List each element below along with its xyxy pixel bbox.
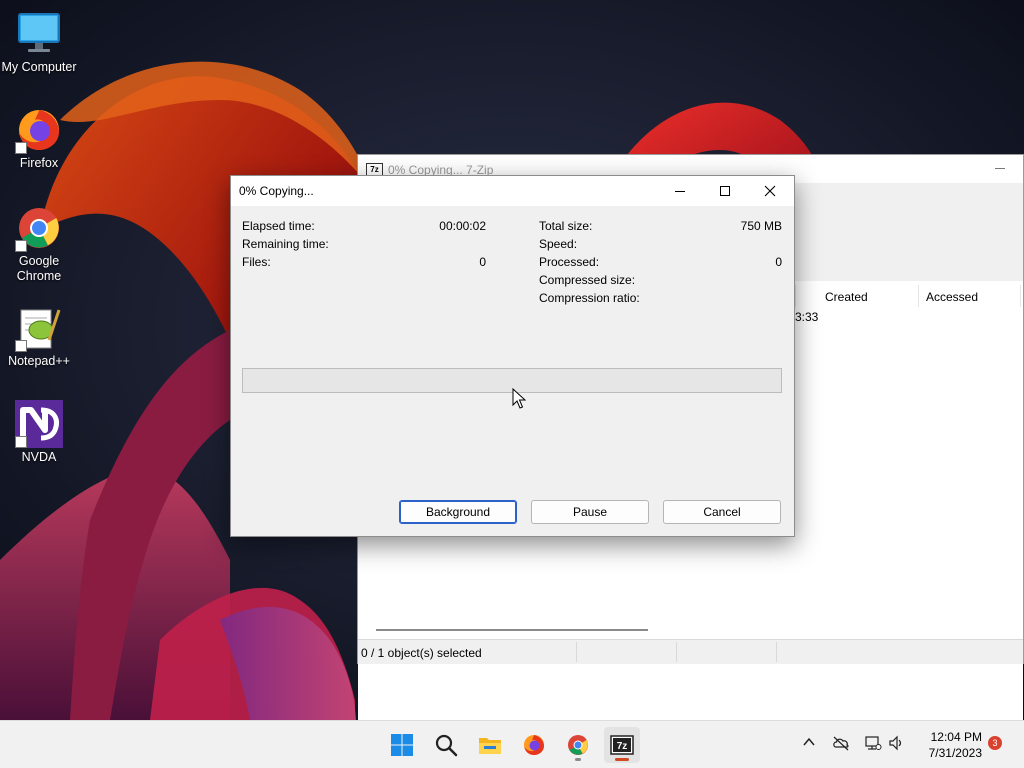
file-explorer-icon bbox=[479, 738, 501, 754]
pause-button[interactable]: Pause bbox=[531, 500, 649, 524]
onedrive-offline-icon[interactable] bbox=[832, 735, 850, 751]
monitor-icon bbox=[15, 10, 63, 58]
notepad-plus-plus-icon bbox=[15, 304, 63, 352]
minimize-icon[interactable] bbox=[995, 168, 1005, 169]
start-icon bbox=[391, 734, 413, 756]
notification-count-badge[interactable]: 3 bbox=[988, 736, 1002, 750]
desktop-icon-label: Notepad++ bbox=[8, 354, 70, 368]
nvda-icon bbox=[15, 400, 63, 448]
watermark-edition: Windows 11 Pro Insider Preview bbox=[847, 686, 1019, 700]
firefox-taskbar-button[interactable] bbox=[516, 727, 552, 763]
network-icon[interactable] bbox=[864, 735, 882, 751]
status-separator bbox=[576, 642, 577, 662]
close-icon bbox=[764, 185, 776, 197]
processed-label: Processed: bbox=[539, 255, 600, 269]
svg-text:7z: 7z bbox=[617, 741, 628, 752]
status-bar: 0 / 1 object(s) selected bbox=[358, 639, 1023, 664]
status-selection: 0 / 1 object(s) selected bbox=[361, 646, 482, 660]
chrome-icon bbox=[15, 204, 63, 252]
firefox-icon bbox=[15, 106, 63, 154]
dialog-title: 0% Copying... bbox=[239, 184, 314, 198]
desktop-icon-my-computer[interactable]: My Computer bbox=[0, 10, 78, 75]
maximize-icon bbox=[720, 186, 730, 196]
shortcut-arrow-icon bbox=[15, 142, 27, 154]
desktop-icon-nvda[interactable]: NVDA bbox=[0, 400, 78, 465]
files-label: Files: bbox=[242, 255, 271, 269]
status-separator bbox=[776, 642, 777, 662]
column-header-accessed[interactable]: Accessed bbox=[926, 287, 978, 307]
minimize-button[interactable] bbox=[658, 176, 703, 206]
elapsed-time-label: Elapsed time: bbox=[242, 219, 315, 233]
elapsed-time-value: 00:00:02 bbox=[439, 219, 486, 233]
background-button[interactable]: Background bbox=[399, 500, 517, 524]
desktop-icon-label: Firefox bbox=[19, 156, 59, 170]
list-cell-fragment: 3:33 bbox=[795, 310, 819, 324]
desktop-icon-label: NVDA bbox=[21, 450, 57, 464]
total-size-value: 750 MB bbox=[740, 219, 782, 233]
dialog-titlebar[interactable]: 0% Copying... bbox=[231, 176, 794, 206]
column-separator[interactable] bbox=[1020, 285, 1021, 307]
total-size-label: Total size: bbox=[539, 219, 593, 233]
7zip-icon: 7z bbox=[610, 735, 634, 755]
system-clock[interactable]: 12:04 PM 7/31/2023 bbox=[910, 729, 982, 761]
desktop-icon-firefox[interactable]: Firefox bbox=[0, 106, 78, 171]
running-indicator bbox=[575, 758, 581, 761]
remaining-time-label: Remaining time: bbox=[242, 237, 329, 251]
firefox-icon bbox=[524, 735, 544, 755]
cancel-button[interactable]: Cancel bbox=[663, 500, 781, 524]
show-hidden-icons-chevron-up-icon[interactable] bbox=[802, 735, 816, 749]
windows-watermark: Windows 11 Pro Insider Preview Evaluatio… bbox=[729, 686, 1019, 714]
speed-label: Speed: bbox=[539, 237, 578, 251]
search-button[interactable] bbox=[428, 727, 464, 763]
desktop-icon-google-chrome[interactable]: Google Chrome bbox=[0, 204, 78, 284]
watermark-build: Evaluation copy. Build 25375.zn_release.… bbox=[729, 700, 1019, 714]
copy-progress-dialog[interactable]: 0% Copying... Elapsed time: 00:00:02 Rem… bbox=[230, 175, 795, 537]
maximize-button[interactable] bbox=[703, 176, 748, 206]
shortcut-arrow-icon bbox=[15, 436, 27, 448]
status-separator bbox=[676, 642, 677, 662]
file-explorer-button[interactable] bbox=[472, 727, 508, 763]
start-button[interactable] bbox=[384, 727, 420, 763]
shortcut-arrow-icon bbox=[15, 340, 27, 352]
compression-ratio-label: Compression ratio: bbox=[539, 291, 640, 305]
chrome-icon bbox=[568, 735, 588, 755]
volume-icon[interactable] bbox=[888, 735, 904, 751]
clock-time: 12:04 PM bbox=[930, 730, 982, 744]
clock-date: 7/31/2023 bbox=[928, 746, 982, 760]
horizontal-scrollbar-thumb[interactable] bbox=[376, 629, 648, 631]
chrome-taskbar-button[interactable] bbox=[560, 727, 596, 763]
taskbar: 7z 12:04 PM 7/31/2023 bbox=[0, 720, 1024, 768]
compressed-size-label: Compressed size: bbox=[539, 273, 636, 287]
search-icon bbox=[435, 734, 458, 757]
seven-zip-taskbar-button[interactable]: 7z bbox=[604, 727, 640, 763]
close-button[interactable] bbox=[748, 176, 793, 206]
files-value: 0 bbox=[479, 255, 486, 269]
desktop-icon-notepad-plus-plus[interactable]: Notepad++ bbox=[0, 304, 78, 369]
column-header-created[interactable]: Created bbox=[825, 287, 868, 307]
desktop-icon-label: Google Chrome bbox=[16, 254, 62, 283]
minimize-icon bbox=[675, 191, 685, 192]
column-separator[interactable] bbox=[918, 285, 919, 307]
processed-value: 0 bbox=[775, 255, 782, 269]
active-indicator bbox=[615, 758, 629, 761]
mouse-cursor-icon bbox=[512, 388, 526, 409]
desktop-icon-label: My Computer bbox=[1, 60, 77, 74]
shortcut-arrow-icon bbox=[15, 240, 27, 252]
column-separator[interactable] bbox=[795, 285, 796, 307]
